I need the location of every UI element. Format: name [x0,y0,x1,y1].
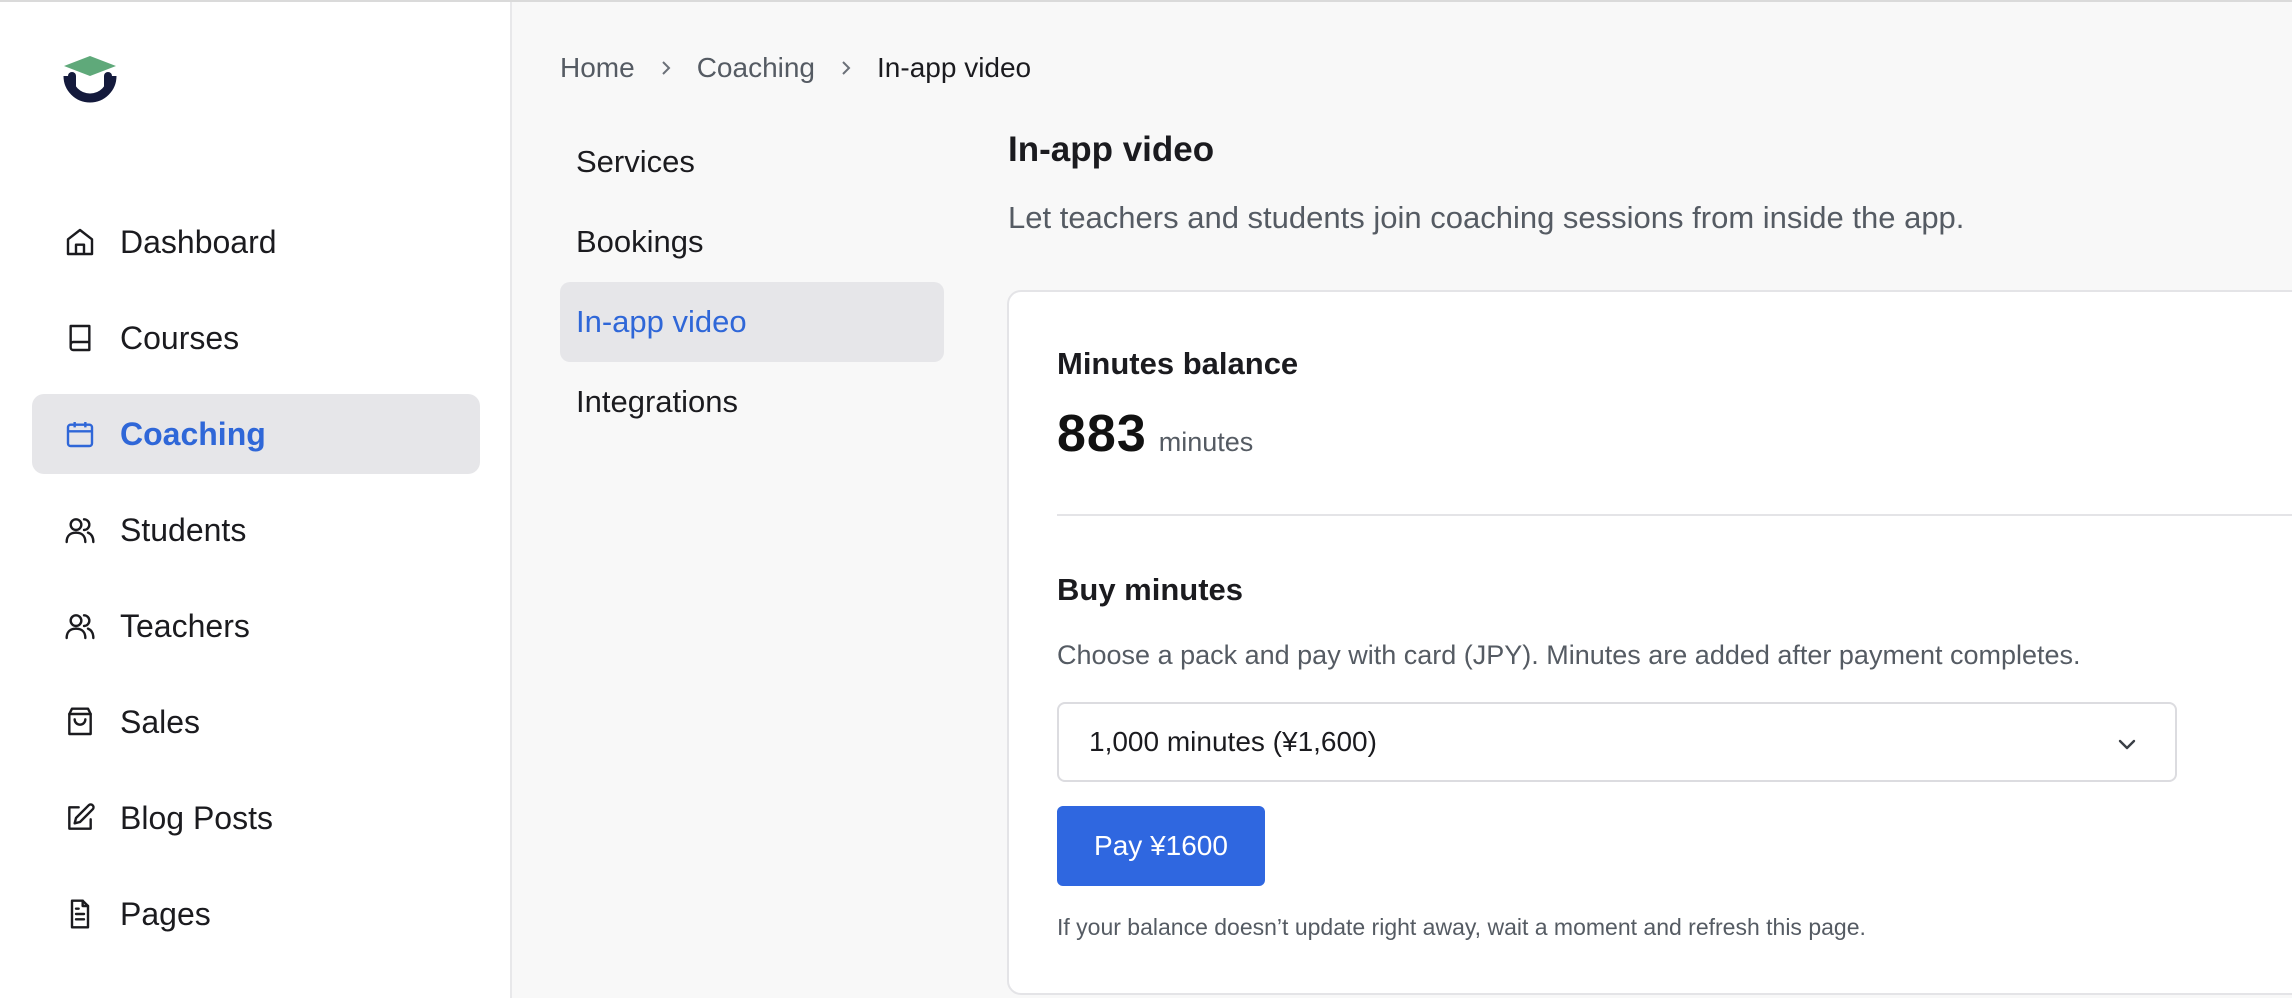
breadcrumb-coaching[interactable]: Coaching [697,52,815,84]
video-minutes-card: Minutes balance 883 minutes Buy minutes … [1007,290,2292,995]
buy-minutes-heading: Buy minutes [1057,572,1244,607]
sidebar-item-label: Teachers [120,607,250,644]
home-icon [64,226,96,258]
sidebar-item-label: Pages [120,895,211,932]
sidebar-item-sales[interactable]: Sales [32,682,480,762]
subnav-item-integrations[interactable]: Integrations [560,362,944,442]
sidebar-item-dashboard[interactable]: Dashboard [32,202,480,282]
book-icon [64,322,96,354]
edit-icon [64,802,96,834]
sidebar: Dashboard Courses Coaching Students Teac… [0,2,512,998]
sidebar-item-courses[interactable]: Courses [32,298,480,378]
sidebar-item-pages[interactable]: Pages [32,874,480,954]
breadcrumb: Home Coaching In-app video [560,52,1031,84]
minutes-balance-heading: Minutes balance [1057,346,1299,381]
minutes-pack-select[interactable]: 1,000 minutes (¥1,600) [1057,702,2177,782]
coaching-subnav: Services Bookings In-app video Integrati… [560,122,944,442]
pay-button[interactable]: Pay ¥1600 [1057,806,1265,886]
chevron-down-icon [2118,739,2136,750]
sidebar-nav: Dashboard Courses Coaching Students Teac… [32,202,480,970]
breadcrumb-home[interactable]: Home [560,52,635,84]
chevron-right-icon [839,58,853,78]
minutes-balance-value: 883 [1057,405,1147,463]
sidebar-item-label: Courses [120,319,240,356]
minutes-balance: 883 minutes [1057,404,1253,464]
shopping-bag-icon [64,706,96,738]
users-icon [64,514,96,546]
page-title: In-app video [1008,130,1215,169]
divider [1057,514,2292,516]
subnav-item-bookings[interactable]: Bookings [560,202,944,282]
minutes-balance-unit: minutes [1158,427,1254,457]
selected-pack-value: 1,000 minutes (¥1,600) [1089,726,1377,757]
app-logo[interactable] [62,54,118,114]
sidebar-item-label: Coaching [120,415,266,452]
sidebar-item-label: Students [120,511,247,548]
users-icon [64,610,96,642]
sidebar-item-coaching[interactable]: Coaching [32,394,480,474]
page-description: Let teachers and students join coaching … [1008,200,1965,235]
file-text-icon [64,898,96,930]
sidebar-item-teachers[interactable]: Teachers [32,586,480,666]
breadcrumb-current: In-app video [877,52,1032,83]
sidebar-item-label: Blog Posts [120,799,273,836]
sidebar-item-label: Sales [120,703,201,740]
buy-minutes-description: Choose a pack and pay with card (JPY). M… [1057,640,2081,670]
balance-refresh-note: If your balance doesn’t update right awa… [1057,914,1866,940]
subnav-item-services[interactable]: Services [560,122,944,202]
calendar-icon [64,418,96,450]
sidebar-item-students[interactable]: Students [32,490,480,570]
chevron-right-icon [659,58,673,78]
sidebar-item-label: Dashboard [120,223,277,260]
sidebar-item-blog-posts[interactable]: Blog Posts [32,778,480,858]
subnav-item-in-app-video[interactable]: In-app video [560,282,944,362]
